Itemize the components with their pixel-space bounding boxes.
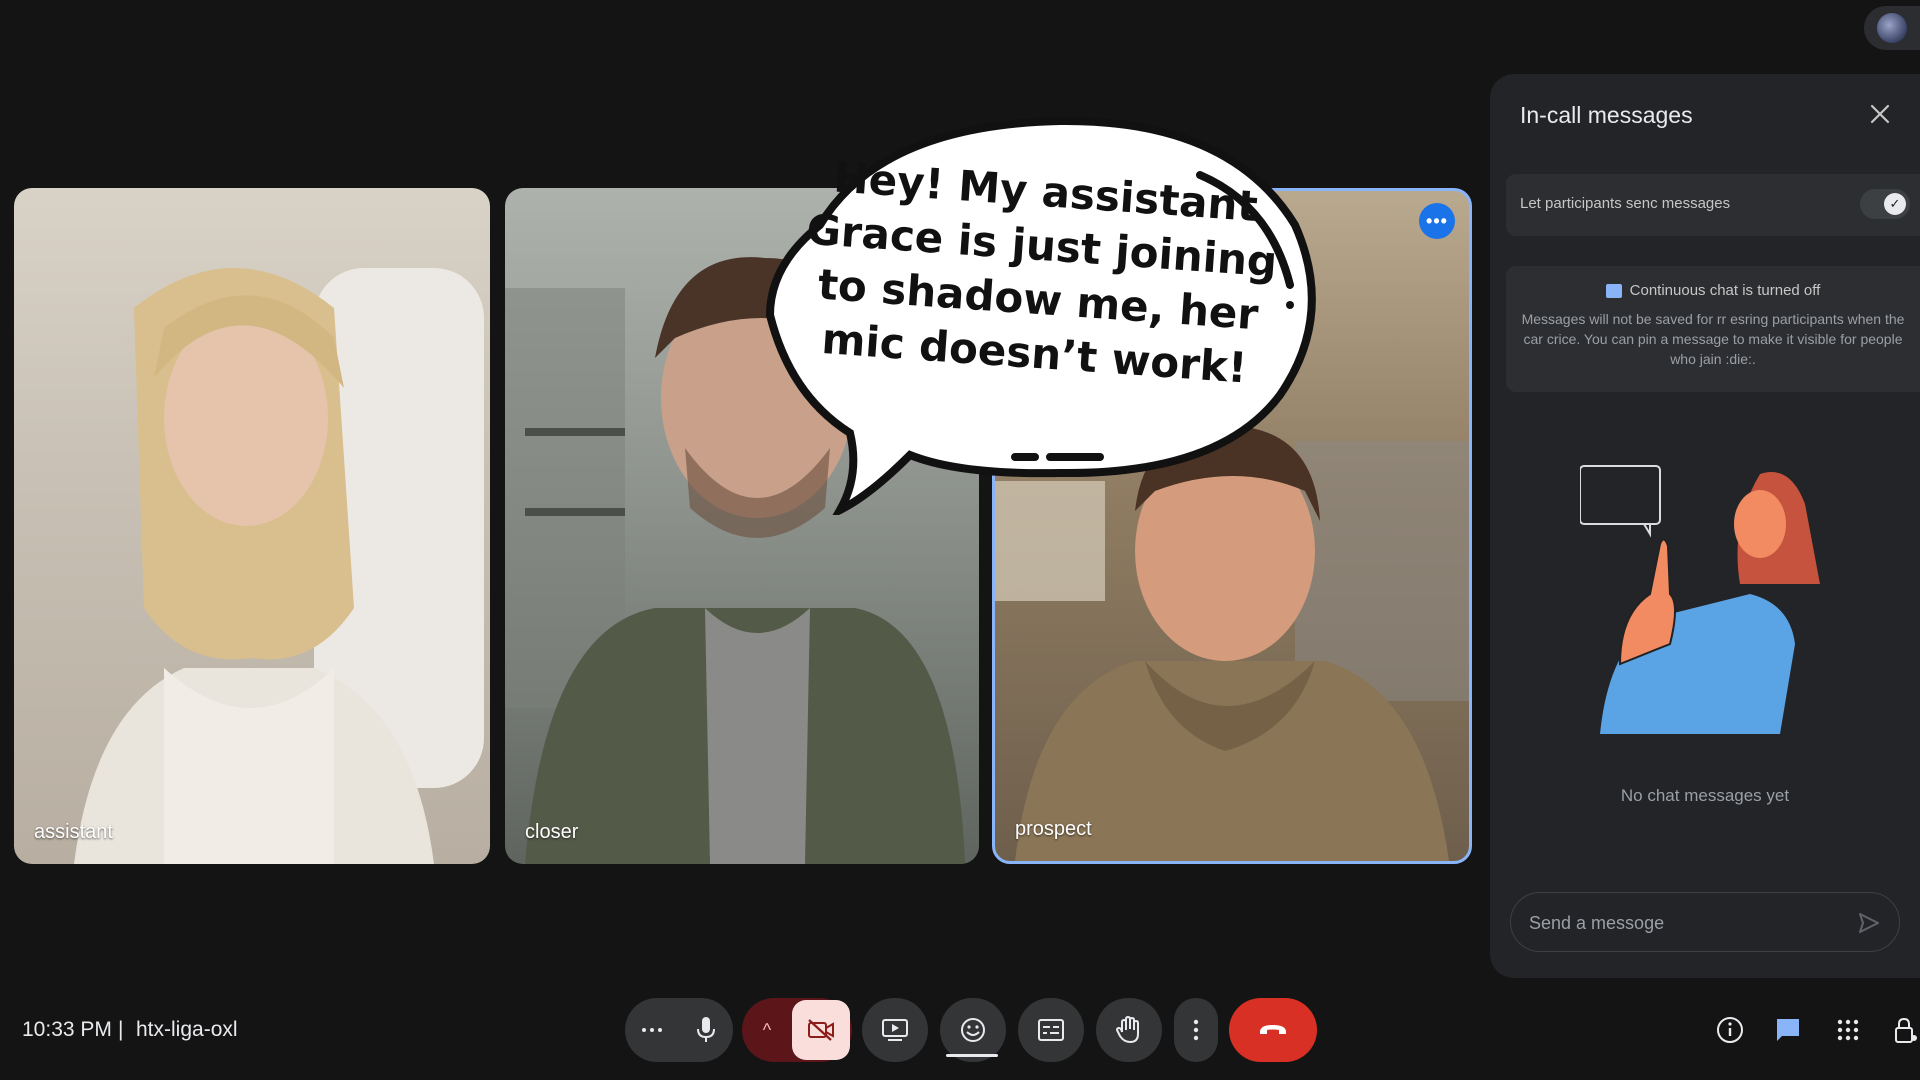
info-body-text: Messages will not be saved for rr esring… — [1521, 311, 1905, 367]
self-view-avatar[interactable] — [1864, 6, 1920, 50]
send-icon[interactable] — [1857, 911, 1881, 935]
meet-call-screen: assistant closer ••• prospect Hey! My as… — [0, 0, 1920, 1080]
panel-title: In-call messages — [1520, 102, 1693, 128]
camera-controls: ^ — [742, 998, 852, 1062]
speech-bubble-text: Hey! My assistant Grace is just joining … — [805, 152, 1279, 393]
hand-icon[interactable] — [1096, 998, 1162, 1062]
empty-chat-illustration — [1580, 465, 1820, 734]
end-call-button[interactable] — [1229, 998, 1317, 1062]
camera-off-icon[interactable] — [792, 1000, 850, 1060]
message-input[interactable] — [1529, 907, 1829, 939]
phone-hangup-icon — [1260, 1025, 1286, 1034]
info-icon[interactable] — [1714, 1014, 1746, 1046]
info-heading: Continuous chat is turned off — [1518, 282, 1908, 299]
chat-icon[interactable] — [1772, 1014, 1804, 1046]
ellipsis-horizontal-icon[interactable] — [625, 998, 679, 1062]
chevron-up-icon[interactable]: ^ — [742, 998, 792, 1062]
mic-icon[interactable] — [679, 998, 733, 1062]
checkmark-icon: ✓ — [1884, 193, 1906, 215]
tile-more-options-icon[interactable]: ••• — [1419, 203, 1455, 239]
emoji-active-indicator — [946, 1054, 998, 1057]
avatar — [1877, 13, 1907, 43]
allow-messages-toggle[interactable]: ✓ — [1860, 189, 1910, 219]
empty-state-text: No chat messages yet — [1620, 786, 1790, 805]
message-input-container — [1510, 892, 1900, 952]
allow-messages-label: Let participants senc messages — [1520, 195, 1731, 212]
clock-time: 10:33 PM — [22, 1018, 112, 1041]
chat-bubble-icon — [1605, 283, 1622, 298]
divider: | — [118, 1018, 124, 1041]
participant-video-assistant — [74, 268, 484, 864]
participant-name-label: closer — [525, 821, 579, 843]
emoji-icon[interactable] — [940, 998, 1006, 1062]
audio-controls — [625, 998, 733, 1062]
close-icon[interactable] — [1866, 102, 1894, 130]
video-tile-assistant[interactable]: assistant — [14, 188, 490, 864]
meeting-code: htx-liga-oxl — [136, 1018, 238, 1041]
allow-messages-row: Let participants senc messages ✓ — [1506, 174, 1920, 236]
participant-name-label: prospect — [1015, 818, 1092, 840]
continuous-chat-info: Continuous chat is turned off Messages w… — [1506, 266, 1920, 392]
lock-person-icon[interactable] — [1890, 1014, 1920, 1046]
apps-grid-icon[interactable] — [1832, 1014, 1864, 1046]
in-call-messages-panel: In-call messages Let participants senc m… — [1490, 74, 1920, 978]
more-vertical-icon[interactable] — [1174, 998, 1218, 1062]
info-heading-text: Continuous chat is turned off — [1629, 282, 1821, 299]
captions-icon[interactable] — [1018, 998, 1084, 1062]
present-screen-icon[interactable] — [862, 998, 928, 1062]
participant-name-label: assistant — [34, 821, 113, 843]
